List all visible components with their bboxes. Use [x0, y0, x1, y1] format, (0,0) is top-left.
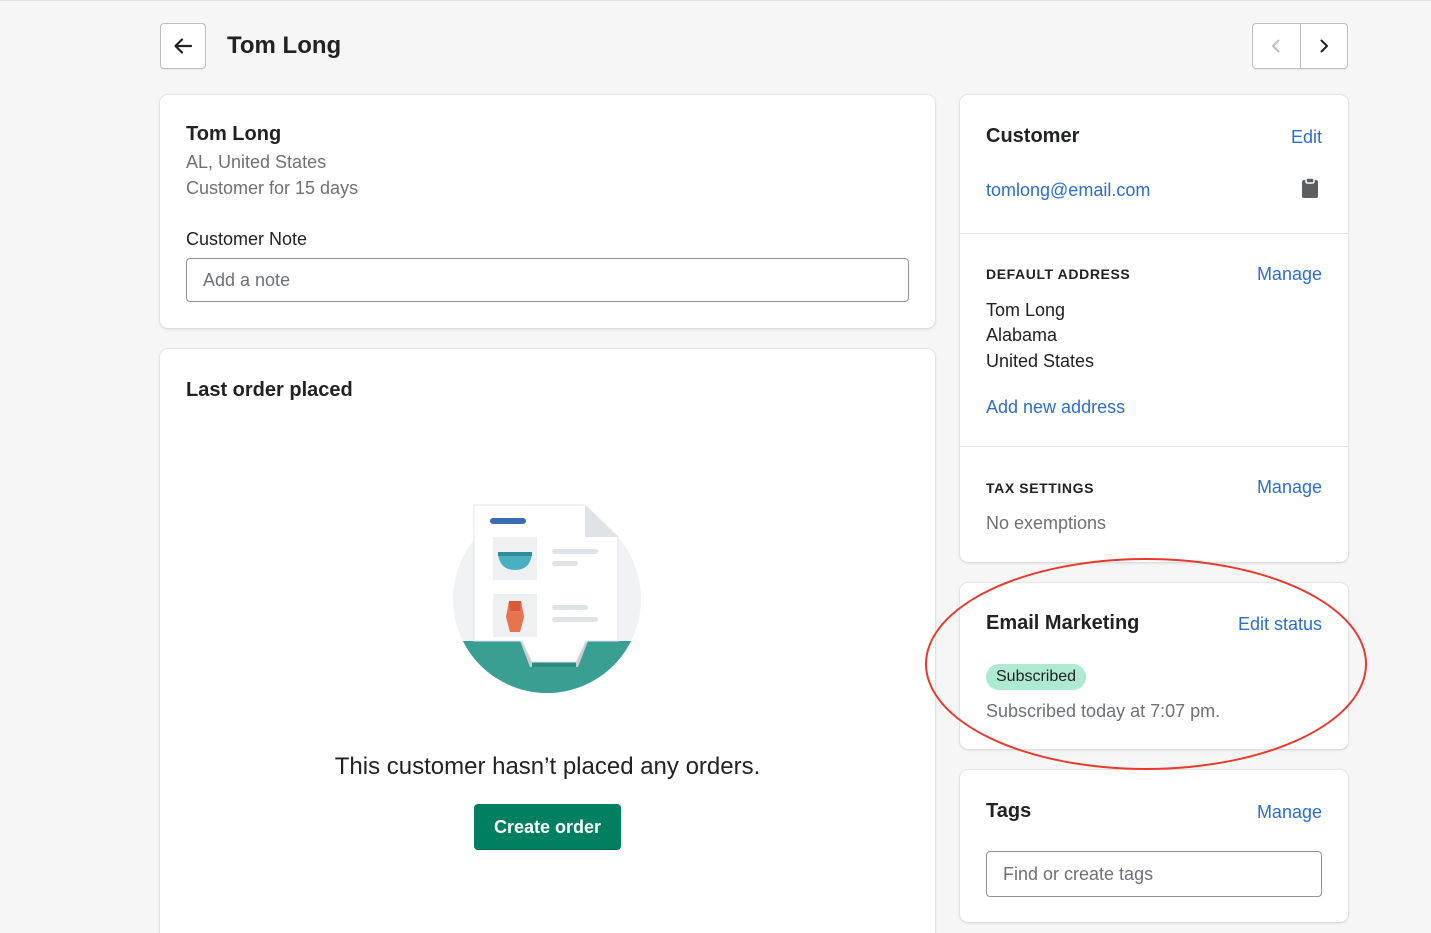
chevron-left-icon [1272, 39, 1280, 53]
section-divider [960, 233, 1348, 234]
customer-card-title: Customer [986, 125, 1080, 147]
email-marketing-card: Email Marketing Edit status Subscribed S… [960, 583, 1348, 749]
manage-address-link[interactable]: Manage [1257, 262, 1322, 286]
customer-card: Customer Edit tomlong@email.com DEFAULT … [960, 95, 1348, 562]
section-divider [960, 446, 1348, 447]
arrow-left-icon [174, 38, 193, 54]
tags-card: Tags Manage [960, 770, 1348, 922]
customer-since: Customer for 15 days [186, 178, 359, 198]
customer-note-input[interactable] [186, 258, 909, 302]
empty-orders-illustration-icon [453, 504, 641, 693]
last-order-card: Last order placed This customer hasn’t p… [160, 349, 935, 933]
last-order-title: Last order placed [186, 379, 353, 401]
tags-title: Tags [986, 800, 1032, 822]
create-order-button[interactable]: Create order [474, 804, 621, 850]
tags-search-input[interactable] [986, 851, 1322, 897]
customer-summary-card: Tom Long AL, United States Customer for … [160, 95, 935, 328]
next-button[interactable] [1299, 24, 1348, 68]
customer-email-link[interactable]: tomlong@email.com [986, 178, 1150, 202]
manage-tags-link[interactable]: Manage [1257, 800, 1322, 824]
address-line: Tom Long [986, 300, 1066, 320]
subscribed-status-badge: Subscribed [986, 664, 1087, 690]
add-new-address-link[interactable]: Add new address [986, 395, 1125, 419]
back-button[interactable] [160, 23, 206, 69]
edit-status-link[interactable]: Edit status [1238, 612, 1322, 636]
clipboard-icon[interactable] [1300, 177, 1320, 199]
edit-customer-link[interactable]: Edit [1291, 125, 1322, 149]
tax-exemptions-value: No exemptions [986, 513, 1107, 533]
customer-pagination [1252, 23, 1348, 69]
manage-tax-link[interactable]: Manage [1257, 475, 1322, 499]
default-address-title: DEFAULT ADDRESS [986, 266, 1131, 282]
address-line: United States [986, 351, 1095, 371]
customer-note-label: Customer Note [186, 229, 308, 249]
top-divider [0, 0, 1431, 1]
address-line: Alabama [986, 325, 1058, 345]
subscription-status-text: Subscribed today at 7:07 pm. [986, 701, 1221, 721]
previous-button[interactable] [1253, 24, 1300, 68]
customer-name: Tom Long [186, 123, 282, 145]
customer-location: AL, United States [186, 152, 327, 172]
page-title: Tom Long [227, 32, 342, 59]
email-marketing-title: Email Marketing [986, 612, 1140, 634]
empty-orders-message: This customer hasn’t placed any orders. [334, 753, 761, 780]
chevron-right-icon [1320, 39, 1328, 53]
tax-settings-title: TAX SETTINGS [986, 480, 1095, 496]
